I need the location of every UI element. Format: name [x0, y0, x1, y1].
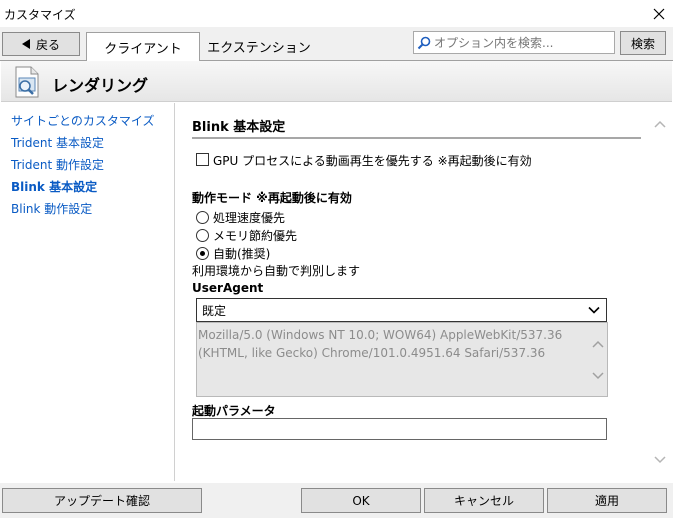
close-button[interactable] — [645, 0, 673, 27]
useragent-line-2: (KHTML, like Gecko) Chrome/101.0.4951.64… — [198, 346, 546, 360]
scroll-up-icon[interactable] — [590, 338, 606, 352]
mode-note: 利用環境から自動で判別します — [192, 264, 361, 278]
sidebar: サイトごとのカスタマイズ Trident 基本設定 Trident 動作設定 B… — [1, 103, 175, 481]
radio-auto-label: 自動(推奨) — [213, 247, 271, 261]
radio-memory-saving-label: メモリ節約優先 — [213, 229, 298, 243]
scroll-down-icon[interactable] — [590, 368, 606, 382]
search-button[interactable]: 検索 — [620, 31, 666, 55]
section-title: Blink 基本設定 — [192, 120, 286, 135]
params-label: 起動パラメータ — [192, 404, 276, 418]
useragent-text: Mozilla/5.0 (Windows NT 10.0; WOW64) App… — [196, 322, 608, 397]
window-title: カスタマイズ — [4, 8, 76, 22]
tab-extension[interactable]: エクステンション — [200, 32, 318, 60]
page-title: レンダリング — [52, 76, 149, 95]
sidebar-item-trident-basic[interactable]: Trident 基本設定 — [11, 134, 104, 151]
gpu-video-checkbox[interactable] — [196, 153, 209, 166]
apply-button[interactable]: 適用 — [547, 488, 667, 513]
chevron-down-icon — [588, 306, 600, 314]
useragent-select[interactable]: 既定 — [196, 298, 607, 322]
useragent-selected-value: 既定 — [202, 303, 227, 318]
radio-speed-priority[interactable] — [196, 211, 209, 224]
cancel-button[interactable]: キャンセル — [424, 488, 544, 513]
sidebar-item-site-customize[interactable]: サイトごとのカスタマイズ — [11, 112, 155, 129]
ok-button[interactable]: OK — [301, 488, 421, 513]
search-input[interactable] — [434, 35, 604, 50]
radio-speed-priority-label: 処理速度優先 — [213, 211, 286, 225]
scroll-down-icon[interactable] — [652, 452, 668, 466]
radio-auto[interactable] — [196, 247, 209, 260]
sidebar-item-trident-behavior[interactable]: Trident 動作設定 — [11, 156, 104, 173]
mode-label: 動作モード ※再起動後に有効 — [192, 191, 352, 205]
back-button-label: 戻る — [35, 37, 60, 52]
sidebar-item-blink-basic[interactable]: Blink 基本設定 — [11, 178, 97, 195]
sidebar-item-blink-behavior[interactable]: Blink 動作設定 — [11, 200, 92, 217]
back-button[interactable]: 戻る — [2, 32, 80, 56]
rendering-page-icon — [15, 66, 39, 98]
useragent-label: UserAgent — [192, 281, 264, 295]
gpu-video-checkbox-label: GPU プロセスによる動画再生を優先する ※再起動後に有効 — [213, 154, 532, 168]
search-box — [413, 31, 615, 54]
section-divider — [192, 137, 641, 139]
back-arrow-icon — [21, 39, 30, 49]
radio-memory-saving[interactable] — [196, 229, 209, 242]
title-bar — [0, 0, 673, 27]
check-update-button[interactable]: アップデート確認 — [2, 488, 202, 513]
tab-client[interactable]: クライアント — [86, 32, 200, 61]
useragent-line-1: Mozilla/5.0 (Windows NT 10.0; WOW64) App… — [198, 328, 563, 342]
search-icon — [417, 36, 431, 49]
params-input[interactable] — [192, 418, 607, 440]
close-icon — [653, 8, 665, 19]
scroll-up-icon[interactable] — [652, 118, 668, 132]
